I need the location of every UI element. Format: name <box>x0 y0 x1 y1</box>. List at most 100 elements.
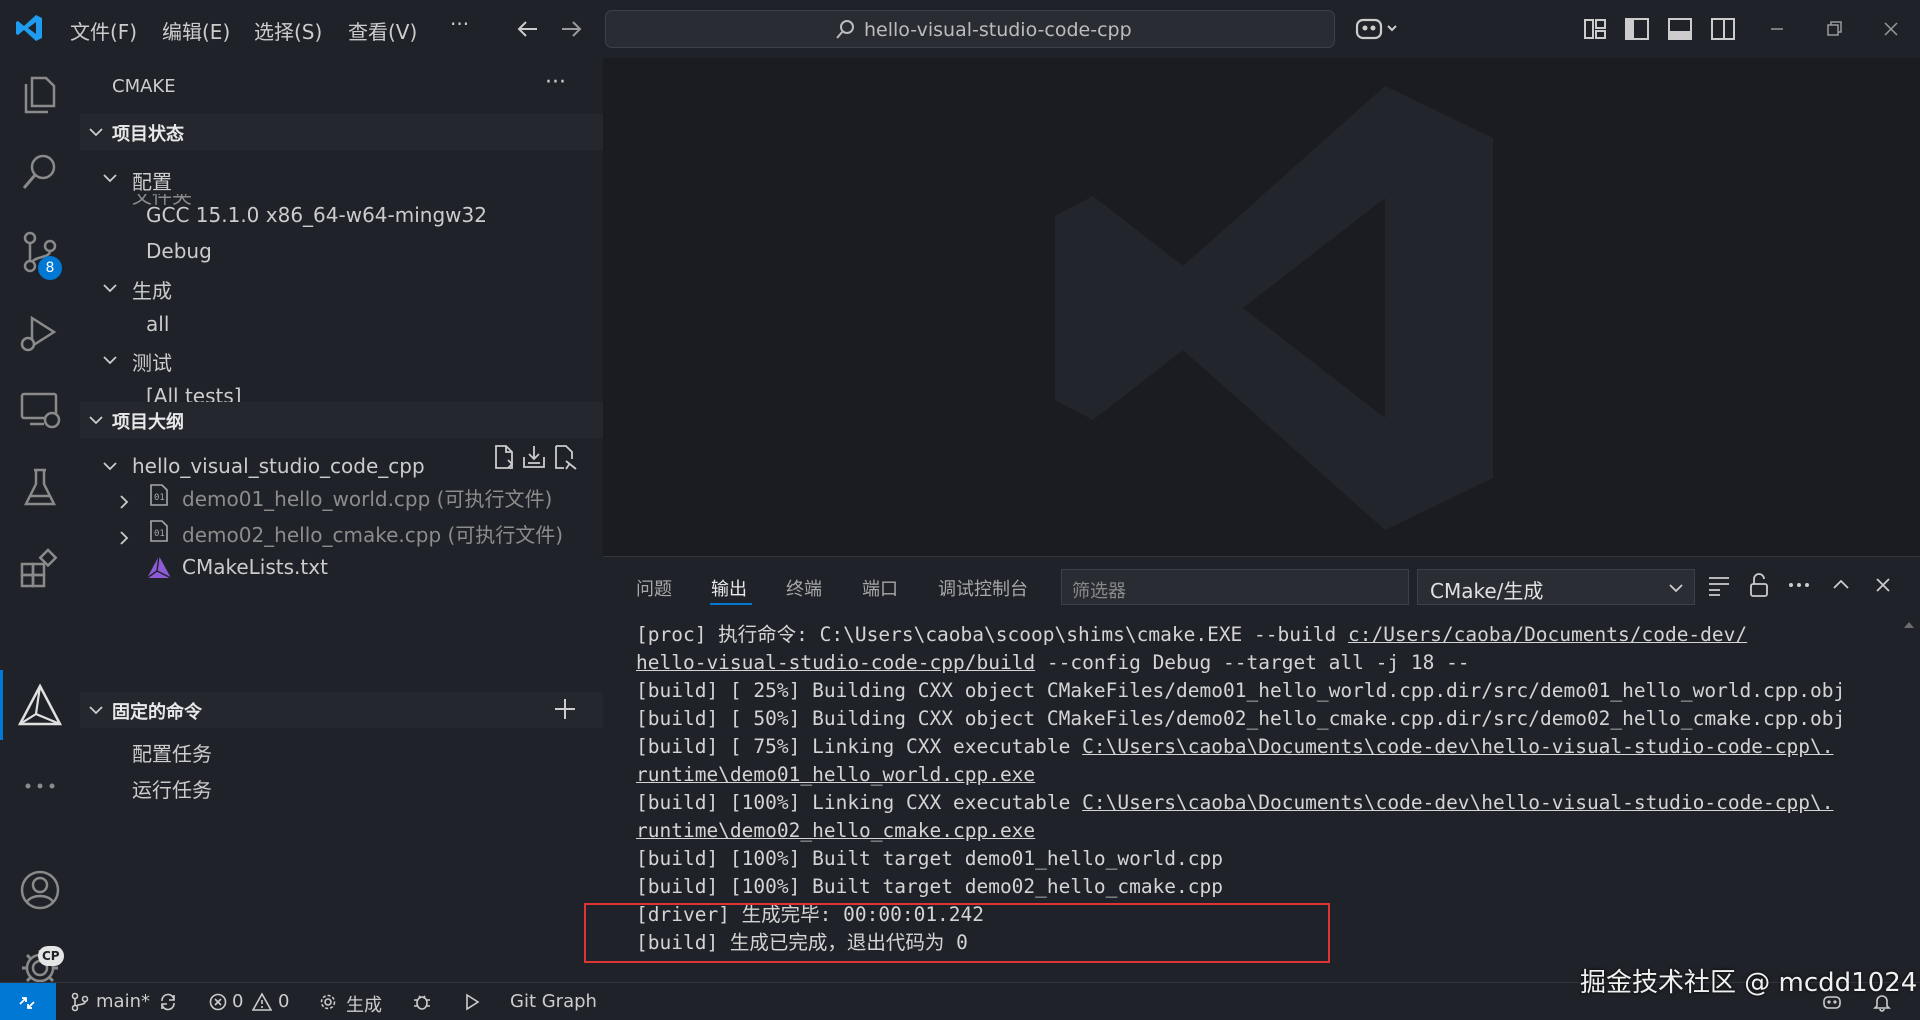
build-project-icon[interactable] <box>520 443 548 471</box>
output-path-link[interactable]: hello-visual-studio-code-cpp/build <box>636 651 1035 674</box>
run-debug-icon[interactable] <box>16 308 64 356</box>
executable-file-icon: 01 <box>150 484 168 506</box>
tree-item-project[interactable]: hello_visual_studio_code_cpp <box>132 454 425 478</box>
chevron-down-icon[interactable] <box>102 280 118 296</box>
section-project-status[interactable]: 项目状态 <box>80 114 603 150</box>
toggle-panel-icon[interactable] <box>1665 14 1695 44</box>
explorer-icon[interactable] <box>16 70 64 118</box>
remote-indicator[interactable] <box>0 983 56 1020</box>
add-icon[interactable] <box>552 696 578 722</box>
toggle-secondary-sidebar-icon[interactable] <box>1708 14 1738 44</box>
output-path-link[interactable]: runtime\demo01_hello_world.cpp.exe <box>636 763 1035 786</box>
maximize-panel-icon[interactable] <box>1827 571 1855 599</box>
gear-icon <box>320 994 336 1010</box>
tree-item-test-target[interactable]: [All tests] <box>146 384 242 402</box>
menu-file[interactable]: 文件(F) <box>70 16 137 45</box>
chevron-down-icon[interactable] <box>102 170 118 186</box>
tree-item-build-target[interactable]: all <box>146 312 169 336</box>
remote-explorer-icon[interactable] <box>16 386 64 434</box>
output-scrollbar[interactable] <box>1901 615 1917 975</box>
output-path-link[interactable]: C:\Users\caoba\Documents\code-dev\hello-… <box>1082 735 1833 758</box>
tree-item-demo01[interactable]: demo01_hello_world.cpp (可执行文件) <box>182 483 552 512</box>
testing-icon[interactable] <box>16 464 64 512</box>
back-arrow-icon[interactable] <box>513 14 543 44</box>
minimize-icon[interactable] <box>1762 14 1792 44</box>
sync-icon[interactable] <box>158 992 178 1012</box>
cmake-sidebar: CMAKE ··· 文件夹 项目状态 配置 GCC 15.1.0 x86_64-… <box>80 58 603 982</box>
output-text: [proc] 执行命令: C:\Users\caoba\scoop\shims\… <box>636 623 1348 646</box>
tab-problems[interactable]: 问题 <box>636 575 672 601</box>
output-text: --config Debug --target all -j 18 -- <box>1035 651 1470 674</box>
output-text: [build] [ 50%] Building CXX object CMake… <box>636 707 1846 730</box>
git-graph-button[interactable]: Git Graph <box>510 991 597 1012</box>
output-channel-select[interactable]: CMake/生成 <box>1417 569 1695 605</box>
filter-input[interactable]: 筛选器 <box>1061 569 1409 605</box>
svg-text:01: 01 <box>154 493 165 503</box>
output-line: [build] [100%] Built target demo01_hello… <box>636 845 1906 873</box>
chevron-down-icon[interactable] <box>102 458 118 474</box>
clean-rebuild-icon[interactable] <box>550 443 578 471</box>
cmake-build-button[interactable]: 生成 <box>346 991 382 1017</box>
tree-item-compiler[interactable]: GCC 15.1.0 x86_64-w64-mingw32 <box>146 203 487 227</box>
account-icon[interactable] <box>16 866 64 914</box>
restore-icon[interactable] <box>1819 14 1849 44</box>
extensions-icon[interactable] <box>16 544 64 592</box>
section-header-label: 固定的命令 <box>112 702 202 723</box>
tab-terminal[interactable]: 终端 <box>786 575 822 601</box>
tree-item-cmakelists[interactable]: CMakeLists.txt <box>182 555 328 579</box>
search-label: hello-visual-studio-code-cpp <box>864 19 1132 41</box>
run-icon[interactable] <box>462 992 482 1012</box>
chevron-down-icon[interactable] <box>102 352 118 368</box>
error-count[interactable]: 0 <box>232 991 243 1012</box>
vscode-logo-icon <box>16 15 42 41</box>
sidebar-more-button[interactable]: ··· <box>545 70 566 95</box>
output-path-link[interactable]: runtime\demo02_hello_cmake.cpp.exe <box>636 819 1035 842</box>
watermark-credit: 掘金技术社区 @ mcdd1024 <box>1580 968 1918 998</box>
tab-output[interactable]: 输出 <box>711 575 747 601</box>
copilot-icon[interactable] <box>1354 14 1402 44</box>
toggle-sidebar-icon[interactable] <box>1622 14 1652 44</box>
pinned-item-configure-task[interactable]: 配置任务 <box>132 738 212 767</box>
title-bar: 文件(F) 编辑(E) 选择(S) 查看(V) ··· hello-visual… <box>0 0 1920 58</box>
customize-layout-icon[interactable] <box>1580 14 1610 44</box>
section-project-outline[interactable]: 项目大纲 <box>80 402 603 438</box>
forward-arrow-icon[interactable] <box>556 14 586 44</box>
warning-count[interactable]: 0 <box>278 991 289 1012</box>
more-actions-icon[interactable] <box>1785 571 1813 599</box>
word-wrap-icon[interactable] <box>1705 571 1733 599</box>
tab-ports[interactable]: 端口 <box>862 575 898 601</box>
menu-view[interactable]: 查看(V) <box>348 16 417 45</box>
close-panel-icon[interactable] <box>1869 571 1897 599</box>
output-line: [build] [100%] Built target demo02_hello… <box>636 873 1906 901</box>
output-text: [build] [ 75%] Linking CXX executable <box>636 735 1083 758</box>
menu-edit[interactable]: 编辑(E) <box>162 16 230 45</box>
output-line: hello-visual-studio-code-cpp/build --con… <box>636 649 1906 677</box>
tree-item-config[interactable]: 配置 <box>132 166 172 195</box>
cmake-icon[interactable] <box>16 682 64 730</box>
command-center-search[interactable]: hello-visual-studio-code-cpp <box>605 10 1335 48</box>
sidebar-title: CMAKE <box>112 76 176 97</box>
configure-project-icon[interactable] <box>490 443 518 471</box>
output-path-link[interactable]: c:/Users/caoba/Documents/code-dev/ <box>1348 623 1747 646</box>
output-text: [build] [100%] Built target demo01_hello… <box>636 847 1223 870</box>
debug-icon[interactable] <box>412 992 432 1012</box>
close-icon[interactable] <box>1876 14 1906 44</box>
tree-item-build-type[interactable]: Debug <box>146 239 212 263</box>
pinned-item-run-task[interactable]: 运行任务 <box>132 774 212 803</box>
tab-debug-console[interactable]: 调试控制台 <box>938 575 1028 601</box>
section-pinned-commands[interactable]: 固定的命令 <box>80 692 603 728</box>
tree-item-demo02[interactable]: demo02_hello_cmake.cpp (可执行文件) <box>182 519 563 548</box>
editor-area <box>603 58 1920 556</box>
chevron-right-icon[interactable] <box>116 494 132 510</box>
branch-name[interactable]: main* <box>96 991 150 1012</box>
output-path-link[interactable]: C:\Users\caoba\Documents\code-dev\hello-… <box>1082 791 1833 814</box>
chevron-right-icon[interactable] <box>116 530 132 546</box>
more-icon[interactable] <box>16 762 64 810</box>
tree-item-build[interactable]: 生成 <box>132 275 172 304</box>
menu-selection[interactable]: 选择(S) <box>254 16 322 45</box>
search-icon[interactable] <box>16 148 64 196</box>
active-tab-indicator <box>710 603 752 605</box>
tree-item-test[interactable]: 测试 <box>132 347 172 376</box>
lock-scroll-icon[interactable] <box>1745 571 1773 599</box>
menu-more[interactable]: ··· <box>450 12 469 36</box>
